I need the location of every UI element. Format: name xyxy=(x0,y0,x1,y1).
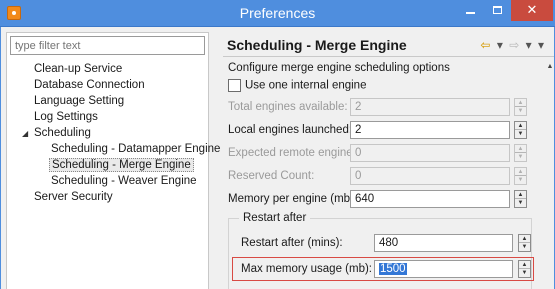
minimize-icon xyxy=(466,12,475,14)
scroll-up-icon[interactable]: ▲ xyxy=(546,63,554,71)
memory-per-engine-row: Memory per engine (mb): 640 ▲ ▼ xyxy=(228,190,538,210)
use-one-internal-engine-checkbox[interactable] xyxy=(228,79,241,92)
settings-form: Configure merge engine scheduling option… xyxy=(223,58,546,289)
close-button[interactable]: ✕ xyxy=(511,0,553,21)
tree-item-scheduling-datamapper-engine[interactable]: Scheduling - Datamapper Engine xyxy=(51,141,220,157)
view-menu-icon[interactable]: ▾ xyxy=(538,38,544,52)
page-title: Scheduling - Merge Engine xyxy=(227,37,407,53)
spin-up-icon: ▲ xyxy=(515,168,526,176)
memory-per-engine-spinner[interactable]: ▲ ▼ xyxy=(514,190,527,208)
reserved-count-input: 0 xyxy=(350,167,510,185)
max-memory-usage-label: Max memory usage (mb): xyxy=(241,263,373,275)
total-engines-row: Total engines available: 2 ▲ ▼ xyxy=(228,98,538,118)
local-engines-label: Local engines launched: xyxy=(228,124,353,136)
memory-per-engine-input[interactable]: 640 xyxy=(350,190,510,208)
total-engines-label: Total engines available: xyxy=(228,101,348,113)
spin-up-icon[interactable]: ▲ xyxy=(515,191,526,199)
spin-up-icon[interactable]: ▲ xyxy=(519,235,530,243)
selected-value: 1500 xyxy=(379,263,407,275)
tree-item-log-settings[interactable]: Log Settings xyxy=(34,109,98,125)
reserved-count-label: Reserved Count: xyxy=(228,170,315,182)
spin-up-icon: ▲ xyxy=(515,99,526,107)
reserved-count-spinner: ▲ ▼ xyxy=(514,167,527,185)
spin-down-icon: ▼ xyxy=(517,177,524,183)
back-menu-icon[interactable]: ▾ xyxy=(497,38,503,52)
restart-after-mins-spinner[interactable]: ▲ ▼ xyxy=(518,234,531,252)
spin-down-icon[interactable]: ▼ xyxy=(519,243,530,251)
vertical-scrollbar[interactable]: ▲ xyxy=(546,58,554,289)
preferences-window: Clean-up Service Database Connection Lan… xyxy=(0,27,555,289)
maximize-icon xyxy=(493,6,502,14)
spin-up-icon[interactable]: ▲ xyxy=(515,122,526,130)
forward-arrow-icon[interactable]: ⇨ xyxy=(509,38,519,52)
use-one-internal-engine-row[interactable]: Use one internal engine xyxy=(228,79,366,92)
restart-after-mins-label: Restart after (mins): xyxy=(241,237,343,249)
preference-page: Scheduling - Merge Engine ⇦ ▾ ⇨ ▾ ▾ Conf… xyxy=(215,27,554,289)
restart-after-group: Restart after Restart after (mins): 480 … xyxy=(228,212,534,289)
preference-tree-panel: Clean-up Service Database Connection Lan… xyxy=(6,32,220,289)
reserved-count-row: Reserved Count: 0 ▲ ▼ xyxy=(228,167,538,187)
close-icon: ✕ xyxy=(526,2,538,17)
tree-item-clean-up-service[interactable]: Clean-up Service xyxy=(34,61,122,77)
tree-item-database-connection[interactable]: Database Connection xyxy=(34,77,145,93)
tree-item-scheduling[interactable]: Scheduling xyxy=(34,125,91,141)
header-separator xyxy=(223,56,554,57)
spin-down-icon[interactable]: ▼ xyxy=(515,199,526,207)
expected-remote-engines-input: 0 xyxy=(350,144,510,162)
expected-remote-engines-spinner: ▲ ▼ xyxy=(514,144,527,162)
filter-input[interactable] xyxy=(10,36,205,55)
page-description: Configure merge engine scheduling option… xyxy=(228,62,450,74)
tree-item-scheduling-weaver-engine[interactable]: Scheduling - Weaver Engine xyxy=(51,173,197,189)
spin-down-icon[interactable]: ▼ xyxy=(515,130,526,138)
memory-per-engine-label: Memory per engine (mb): xyxy=(228,193,358,205)
max-memory-usage-spinner[interactable]: ▲ ▼ xyxy=(518,260,531,278)
spin-down-icon[interactable]: ▼ xyxy=(519,269,530,277)
restart-after-mins-input[interactable]: 480 xyxy=(374,234,513,252)
spin-up-icon: ▲ xyxy=(515,145,526,153)
spin-up-icon[interactable]: ▲ xyxy=(519,261,530,269)
title-bar: Preferences ✕ xyxy=(0,0,555,27)
minimize-button[interactable] xyxy=(457,0,484,21)
use-one-internal-engine-label: Use one internal engine xyxy=(245,79,367,92)
expected-remote-engines-label: Expected remote engines: xyxy=(228,147,362,159)
tree-item-language-setting[interactable]: Language Setting xyxy=(34,93,124,109)
restart-after-mins-row: Restart after (mins): 480 ▲ ▼ xyxy=(241,234,531,254)
max-memory-usage-row: Max memory usage (mb): 1500 ▲ ▼ xyxy=(241,260,531,280)
maximize-button[interactable] xyxy=(484,0,511,21)
collapse-icon[interactable]: ◢ xyxy=(22,130,30,138)
total-engines-input: 2 xyxy=(350,98,510,116)
local-engines-input[interactable]: 2 xyxy=(350,121,510,139)
forward-menu-icon[interactable]: ▾ xyxy=(526,38,532,52)
spin-down-icon: ▼ xyxy=(517,108,524,114)
total-engines-spinner: ▲ ▼ xyxy=(514,98,527,116)
spin-down-icon: ▼ xyxy=(517,154,524,160)
tree-item-server-security[interactable]: Server Security xyxy=(34,189,113,205)
tree-item-scheduling-merge-engine[interactable]: Scheduling - Merge Engine xyxy=(49,157,194,173)
expected-remote-engines-row: Expected remote engines: 0 ▲ ▼ xyxy=(228,144,538,164)
navigation-toolbar: ⇦ ▾ ⇨ ▾ ▾ xyxy=(477,38,544,52)
back-arrow-icon[interactable]: ⇦ xyxy=(480,38,490,52)
max-memory-usage-input[interactable]: 1500 xyxy=(374,260,513,278)
local-engines-spinner[interactable]: ▲ ▼ xyxy=(514,121,527,139)
restart-after-title: Restart after xyxy=(239,212,311,224)
local-engines-row: Local engines launched: 2 ▲ ▼ xyxy=(228,121,538,141)
